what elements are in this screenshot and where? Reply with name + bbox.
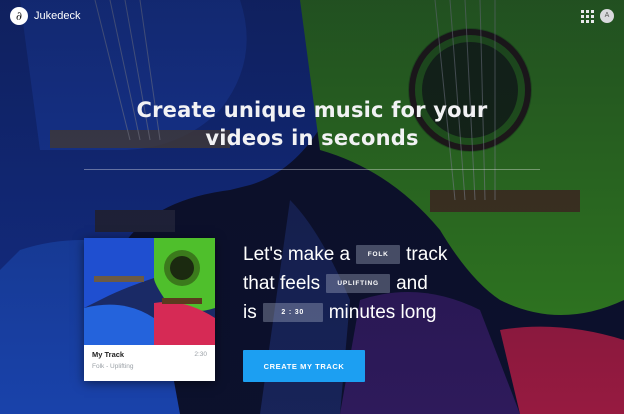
builder-text: minutes long xyxy=(328,301,437,323)
builder-text: Let's make a xyxy=(243,243,351,265)
track-duration: 2:30 xyxy=(194,351,207,358)
headline-line-1: Create unique music for your xyxy=(136,98,488,123)
builder-line-length: is 2 : 30 minutes long xyxy=(243,298,447,327)
grid-icon[interactable] xyxy=(581,10,594,23)
track-artwork xyxy=(84,238,215,345)
builder-line-mood: that feels UPLIFTING and xyxy=(243,269,447,298)
jukedeck-logo-icon: ∂ xyxy=(10,7,28,25)
app-name: Jukedeck xyxy=(34,10,81,22)
user-avatar[interactable]: A xyxy=(600,9,614,23)
builder-text: that feels xyxy=(243,272,321,294)
jukedeck-logo-link[interactable]: ∂ Jukedeck xyxy=(10,7,80,25)
builder-line-genre: Let's make a FOLK track xyxy=(243,240,447,269)
mood-select[interactable]: UPLIFTING xyxy=(326,274,391,293)
track-builder: Let's make a FOLK track that feels UPLIF… xyxy=(243,240,447,327)
top-bar: ∂ Jukedeck A xyxy=(0,0,624,32)
length-input[interactable]: 2 : 30 xyxy=(262,303,323,322)
builder-text: is xyxy=(243,301,257,323)
track-meta: My Track Folk - Uplifting xyxy=(92,350,134,370)
builder-text: and xyxy=(396,272,428,294)
track-name: My Track xyxy=(92,350,125,359)
builder-text: track xyxy=(406,243,448,265)
genre-select[interactable]: FOLK xyxy=(356,245,401,264)
headline-line-2: videos in seconds xyxy=(205,126,419,151)
track-preview-card[interactable]: My Track Folk - Uplifting 2:30 xyxy=(84,238,215,381)
hero-divider xyxy=(84,169,540,170)
create-track-button[interactable]: CREATE MY TRACK xyxy=(243,350,365,382)
track-subtitle: Folk - Uplifting xyxy=(92,363,134,370)
hero-headline: Create unique music for your videos in s… xyxy=(100,96,524,152)
